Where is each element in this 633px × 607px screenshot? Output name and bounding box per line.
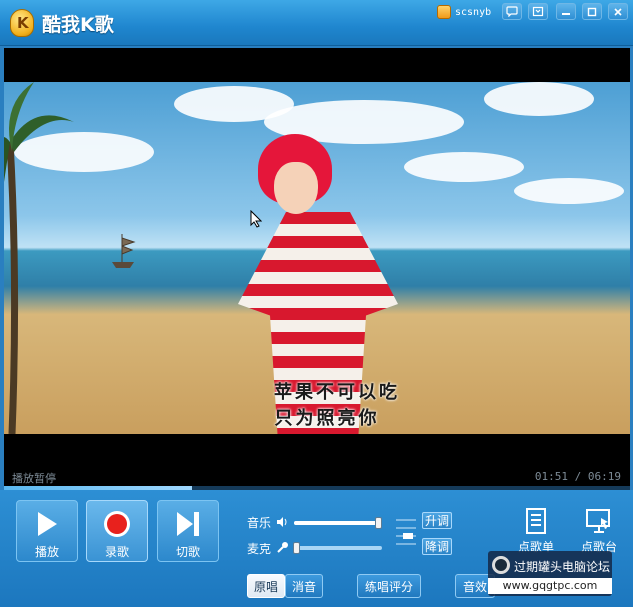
key-level-icon [396, 519, 416, 545]
site-watermark: 过期罐头电脑论坛 www.gqgtpc.com [488, 551, 612, 596]
song-station-icon [586, 509, 610, 533]
cloud [484, 82, 594, 116]
mic-volume-knob[interactable] [292, 542, 300, 554]
music-volume-fill [294, 521, 380, 525]
maximize-button[interactable] [582, 3, 602, 20]
singer-face [274, 162, 318, 214]
microphone-icon [277, 542, 288, 553]
cloud [404, 152, 524, 182]
key-down-button[interactable]: 降调 [422, 538, 452, 555]
lyric-line-1: 苹果不可以吃 [274, 382, 400, 403]
playback-status: 播放暂停 [12, 472, 56, 485]
music-label: 音乐 [247, 516, 272, 530]
playback-time: 01:51 / 06:19 [534, 470, 621, 483]
app-logo-icon: K [10, 9, 34, 37]
chat-button[interactable] [502, 3, 522, 20]
chat-icon [506, 6, 518, 17]
skin-icon [532, 6, 544, 17]
app-logo-letter: K [17, 14, 29, 32]
user-account[interactable]: scsnyb [437, 4, 491, 20]
close-icon [614, 7, 622, 16]
cloud [514, 178, 624, 204]
lyric-line-2: 只为照亮你 [274, 408, 380, 429]
close-button[interactable] [608, 3, 628, 20]
watermark-url: www.gqgtpc.com [488, 578, 612, 594]
ship [112, 234, 136, 268]
minimize-button[interactable] [556, 3, 576, 20]
mute-vocal-button[interactable]: 消音 [285, 574, 323, 598]
record-icon [104, 511, 130, 537]
user-icon [437, 5, 451, 19]
practice-score-button[interactable]: 练唱评分 [357, 574, 421, 598]
playlist-icon [526, 508, 546, 534]
play-button[interactable]: 播放 [16, 500, 78, 562]
username: scsnyb [455, 6, 492, 18]
mic-volume-slider[interactable] [292, 542, 382, 554]
watermark-title: 过期罐头电脑论坛 [514, 560, 611, 574]
speaker-icon [277, 517, 287, 527]
next-label: 切歌 [175, 545, 200, 559]
music-volume-knob[interactable] [375, 517, 383, 529]
music-volume-slider[interactable] [294, 517, 383, 529]
play-label: 播放 [34, 545, 59, 559]
next-icon [177, 512, 199, 536]
mic-label: 麦克 [247, 542, 272, 556]
video-frame[interactable]: 苹果不可以吃 只为照亮你 [4, 48, 630, 486]
maximize-icon [587, 7, 597, 16]
key-up-button[interactable]: 升调 [422, 512, 452, 529]
skin-button[interactable] [528, 3, 548, 20]
minimize-icon [562, 12, 570, 15]
original-vocal-button[interactable]: 原唱 [247, 574, 285, 598]
next-song-button[interactable]: 切歌 [157, 500, 219, 562]
app-title: 酷我K歌 [42, 14, 114, 36]
mouse-cursor-icon [250, 210, 262, 228]
video-player[interactable]: 苹果不可以吃 只为照亮你 [4, 82, 630, 434]
watermark-logo-icon [492, 556, 510, 574]
record-label: 录歌 [104, 545, 129, 559]
title-bar: K 酷我K歌 scsnyb [0, 0, 633, 46]
record-button[interactable]: 录歌 [86, 500, 148, 562]
play-icon [38, 512, 57, 536]
